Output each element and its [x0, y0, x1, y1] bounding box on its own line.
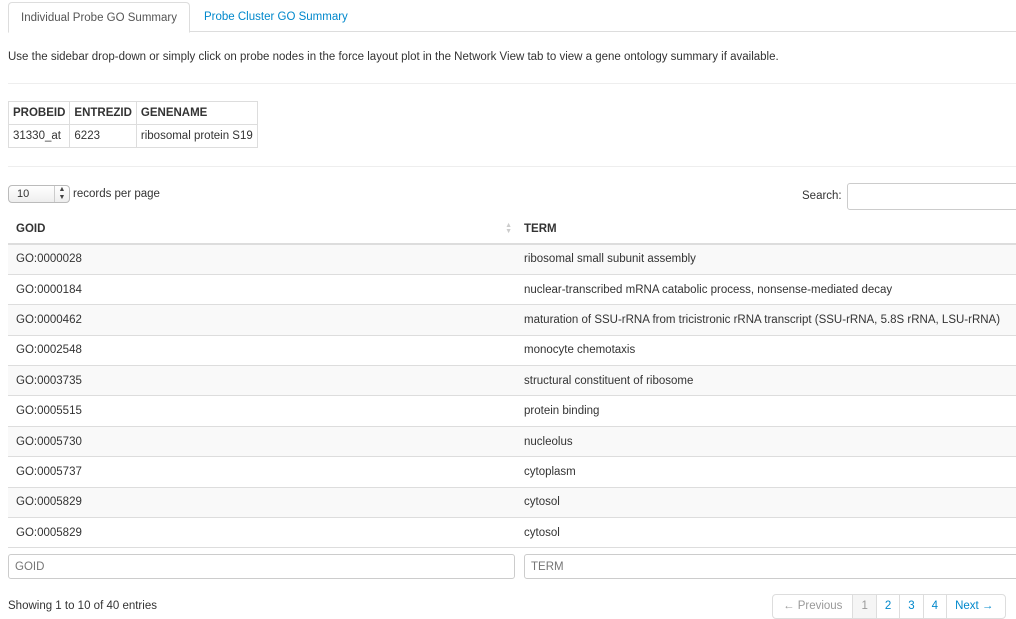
table-row: GO:0005730 nucleolus	[8, 425, 1016, 457]
tab-bar: Individual Probe GO Summary Probe Cluste…	[8, 0, 1016, 33]
records-per-page-label: records per page	[73, 188, 160, 201]
go-terms-table: GOID ▲ ▼ TERM GO:0000028 ribosomal small s…	[8, 215, 1016, 582]
term-filter-input[interactable]	[524, 554, 1016, 580]
probe-cell-probeid: 31330_at	[7, 124, 71, 148]
table-row: GO:0000462 maturation of SSU-rRNA from tr…	[8, 304, 1016, 336]
records-per-page-value: 10	[17, 188, 30, 200]
term-cell: cytoplasm	[516, 456, 1016, 488]
goid-cell: GO:0005829	[8, 517, 516, 548]
page-4-button[interactable]: 4	[922, 595, 946, 618]
next-page-button[interactable]: Next →	[946, 595, 1005, 618]
divider	[8, 83, 1016, 84]
table-row: GO:0000028 ribosomal small subunit assemb…	[8, 243, 1016, 275]
table-row: GO:0005829 cytosol	[8, 517, 1016, 548]
probe-info-table: PROBEID ENTREZID GENENAME 31330_at 6223 …	[7, 101, 258, 148]
column-header-goid[interactable]: GOID ▲ ▼	[8, 215, 516, 245]
intro-text: Use the sidebar drop-down or simply clic…	[8, 51, 779, 63]
term-cell: cytosol	[516, 517, 1016, 548]
tab-probe-cluster-go-summary[interactable]: Probe Cluster GO Summary	[192, 2, 360, 32]
search-label: Search:	[802, 190, 842, 202]
page-1-button[interactable]: 1	[852, 595, 876, 618]
column-header-term[interactable]: TERM	[516, 215, 1016, 245]
table-row: GO:0000184 nuclear-transcribed mRNA catab…	[8, 273, 1016, 305]
term-cell: nuclear-transcribed mRNA catabolic proce…	[516, 273, 1016, 305]
goid-cell: GO:0005730	[8, 425, 516, 457]
chevron-up-down-icon: ▲ ▼	[54, 186, 69, 202]
goid-cell: GO:0005737	[8, 456, 516, 488]
probe-header-entrezid: ENTREZID	[69, 101, 137, 125]
probe-header-probeid: PROBEID	[7, 101, 71, 125]
table-row: GO:0005515 protein binding	[8, 395, 1016, 427]
page-3-button[interactable]: 3	[899, 595, 922, 618]
goid-cell: GO:0003735	[8, 365, 516, 396]
sort-icon: ▲ ▼	[505, 222, 512, 235]
probe-cell-genename: ribosomal protein S19	[135, 124, 258, 148]
page-2-button[interactable]: 2	[875, 595, 899, 618]
term-cell: nucleolus	[516, 425, 1016, 457]
term-cell: maturation of SSU-rRNA from tricistronic…	[516, 304, 1016, 336]
previous-page-button[interactable]: ← Previous	[773, 595, 852, 618]
search-input[interactable]	[847, 183, 1016, 210]
term-cell: ribosomal small subunit assembly	[516, 243, 1016, 275]
goid-cell: GO:0002548	[8, 334, 516, 366]
records-per-page-control: 10 ▲ ▼ records per page	[8, 185, 160, 203]
table-info: Showing 1 to 10 of 40 entries	[8, 600, 157, 612]
goid-filter-input[interactable]	[8, 554, 515, 580]
table-row: GO:0005737 cytoplasm	[8, 456, 1016, 488]
goid-cell: GO:0005515	[8, 395, 516, 427]
term-cell: structural constituent of ribosome	[516, 365, 1016, 396]
term-cell: cytosol	[516, 486, 1016, 518]
records-per-page-select[interactable]: 10 ▲ ▼	[8, 185, 70, 203]
probe-cell-entrezid: 6223	[69, 124, 137, 148]
column-header-term-label: TERM	[524, 223, 557, 235]
goid-cell: GO:0000462	[8, 304, 516, 336]
term-cell: protein binding	[516, 395, 1016, 427]
pagination: ← Previous 1 2 3 4 Next →	[772, 594, 1007, 619]
goid-cell: GO:0005829	[8, 486, 516, 518]
divider	[8, 166, 1016, 167]
table-row: GO:0003735 structural constituent of ribo…	[8, 365, 1016, 396]
goid-cell: GO:0000028	[8, 243, 516, 275]
column-header-goid-label: GOID	[16, 223, 46, 235]
term-cell: monocyte chemotaxis	[516, 334, 1016, 366]
tab-individual-probe-go-summary[interactable]: Individual Probe GO Summary	[8, 2, 190, 33]
goid-cell: GO:0000184	[8, 273, 516, 305]
table-row: GO:0002548 monocyte chemotaxis	[8, 334, 1016, 366]
probe-header-genename: GENENAME	[135, 101, 258, 125]
table-row: GO:0005829 cytosol	[8, 486, 1016, 518]
